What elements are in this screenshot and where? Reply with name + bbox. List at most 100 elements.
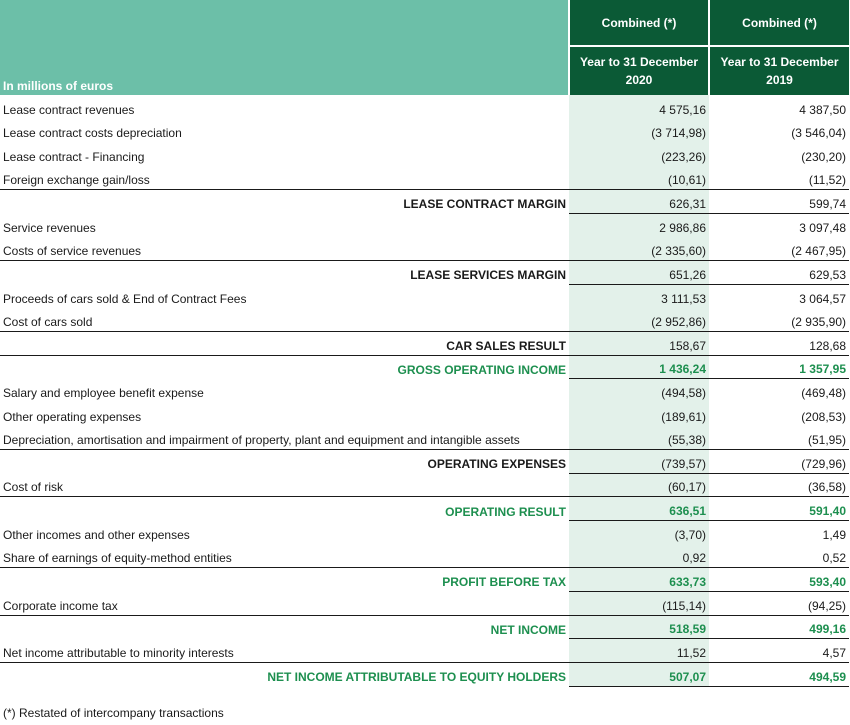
value-2019: 128,68: [709, 330, 849, 356]
col-2020-period-line2: 2020: [625, 73, 653, 87]
total-row: OPERATING RESULT 636,51 591,40: [0, 496, 849, 522]
table-row: Share of earnings of equity-method entit…: [0, 544, 849, 568]
total-label: OPERATING RESULT: [0, 496, 569, 521]
value-2020: 2 986,86: [569, 213, 709, 237]
subtotal-row: OPERATING EXPENSES (739,57) (729,96): [0, 449, 849, 474]
total-row: NET INCOME 518,59 499,16: [0, 614, 849, 640]
value-2020: (739,57): [569, 449, 709, 474]
row-label: Net income attributable to minority inte…: [3, 645, 234, 660]
table-row: Cost of risk (60,17) (36,58): [0, 473, 849, 497]
col-2019-period-line1: Year to 31 December: [720, 55, 839, 69]
value-2019: 499,16: [709, 614, 849, 640]
total-row: PROFIT BEFORE TAX 633,73 593,40: [0, 567, 849, 592]
row-label: Other incomes and other expenses: [3, 528, 190, 543]
value-2019: 1,49: [822, 528, 846, 543]
value-2020: (2 952,86): [569, 307, 709, 332]
value-2020: 11,52: [569, 638, 709, 663]
row-label: Cost of risk: [3, 480, 64, 495]
subtotal-label: CAR SALES RESULT: [0, 330, 569, 356]
col-2020-period-line1: Year to 31 December: [579, 55, 699, 69]
value-2020: (60,17): [569, 473, 709, 497]
value-2020: 633,73: [569, 567, 709, 592]
subtotal-label: LEASE CONTRACT MARGIN: [0, 189, 569, 214]
value-2020: 1 436,24: [569, 354, 709, 380]
value-2020: (10,61): [569, 165, 709, 190]
value-2019: (230,20): [801, 149, 846, 164]
subtotal-row: CAR SALES RESULT 158,67 128,68: [0, 330, 849, 356]
table-row: Other operating expenses (189,61) (208,5…: [0, 402, 849, 426]
row-label: Proceeds of cars sold & End of Contract …: [3, 291, 247, 306]
total-label: NET INCOME ATTRIBUTABLE TO EQUITY HOLDER…: [0, 661, 569, 687]
value-2019: (94,25): [807, 598, 846, 613]
value-2020: (55,38): [569, 425, 709, 450]
value-2020: (115,14): [569, 591, 709, 616]
value-2019: 0,52: [822, 551, 846, 566]
value-2019: 599,74: [709, 189, 849, 214]
total-label: NET INCOME: [0, 614, 569, 639]
value-2020: 651,26: [569, 259, 709, 285]
table-row: Net income attributable to minority inte…: [0, 638, 849, 663]
row-label: Costs of service revenues: [3, 243, 142, 258]
row-label: Corporate income tax: [3, 598, 118, 613]
table-row: Foreign exchange gain/loss (10,61) (11,5…: [0, 165, 849, 190]
table-row: Salary and employee benefit expense (494…: [0, 378, 849, 403]
table-row: Depreciation, amortisation and impairmen…: [0, 425, 849, 450]
subtotal-row: LEASE SERVICES MARGIN 651,26 629,53: [0, 259, 849, 285]
value-2020: (3,70): [569, 520, 709, 545]
value-2019: (2 467,95): [791, 243, 846, 258]
value-2020: (3 714,98): [569, 118, 709, 143]
value-2019: 1 357,95: [709, 354, 849, 380]
value-2020: 158,67: [569, 330, 709, 356]
footnote: (*) Restated of intercompany transaction…: [3, 706, 224, 720]
table-row: Other incomes and other expenses (3,70) …: [0, 520, 849, 545]
value-2020: 626,31: [569, 189, 709, 214]
table-row: Costs of service revenues (2 335,60) (2 …: [0, 236, 849, 261]
row-label: Service revenues: [3, 220, 96, 235]
income-statement: In millions of euros Combined (*) Combin…: [0, 0, 850, 720]
value-2019: 591,40: [709, 496, 849, 522]
value-2019: 4,57: [822, 645, 846, 660]
total-row: NET INCOME ATTRIBUTABLE TO EQUITY HOLDER…: [0, 661, 849, 687]
value-2019: 593,40: [709, 567, 849, 592]
col-2020-heading: Combined (*): [568, 0, 709, 47]
income-table: In millions of euros Combined (*) Combin…: [0, 0, 849, 687]
table-row: Lease contract revenues 4 575,16 4 387,5…: [0, 95, 849, 119]
subtotal-label: OPERATING EXPENSES: [0, 449, 569, 474]
row-label: Lease contract - Financing: [3, 149, 145, 164]
row-label: Other operating expenses: [3, 409, 142, 424]
row-label: Salary and employee benefit expense: [3, 386, 204, 401]
value-2019: (51,95): [807, 433, 846, 448]
row-label: Lease contract costs depreciation: [3, 126, 182, 141]
value-2020: (2 335,60): [569, 236, 709, 261]
value-2019: (11,52): [808, 173, 846, 188]
value-2020: 3 111,53: [569, 284, 709, 308]
value-2020: (223,26): [569, 142, 709, 166]
units-label: In millions of euros: [0, 0, 569, 95]
table-row: Proceeds of cars sold & End of Contract …: [0, 284, 849, 308]
total-label: GROSS OPERATING INCOME: [0, 354, 569, 379]
value-2019: (208,53): [801, 409, 846, 424]
row-label: Cost of cars sold: [3, 314, 93, 329]
table-row: Service revenues 2 986,86 3 097,48: [0, 213, 849, 237]
col-2020-period: Year to 31 December 2020: [568, 46, 709, 95]
total-label: PROFIT BEFORE TAX: [0, 567, 569, 592]
table-row: Lease contract costs depreciation (3 714…: [0, 118, 849, 143]
value-2019: (469,48): [801, 386, 846, 401]
row-label: Foreign exchange gain/loss: [3, 173, 150, 188]
value-2019: (2 935,90): [791, 314, 846, 329]
value-2019: 494,59: [709, 661, 849, 687]
value-2020: (189,61): [569, 402, 709, 426]
value-2019: (36,58): [807, 480, 846, 495]
row-label: Depreciation, amortisation and impairmen…: [3, 433, 520, 448]
value-2020: 518,59: [569, 614, 709, 640]
value-2020: (494,58): [569, 378, 709, 403]
value-2019: 4 387,50: [799, 102, 846, 117]
col-2019-period: Year to 31 December 2019: [708, 46, 849, 95]
table-row: Cost of cars sold (2 952,86) (2 935,90): [0, 307, 849, 332]
value-2019: 3 097,48: [799, 220, 846, 235]
value-2019: (729,96): [709, 449, 849, 474]
value-2020: 0,92: [569, 544, 709, 568]
table-row: Lease contract - Financing (223,26) (230…: [0, 142, 849, 166]
total-row: GROSS OPERATING INCOME 1 436,24 1 357,95: [0, 354, 849, 380]
value-2019: 629,53: [709, 259, 849, 285]
